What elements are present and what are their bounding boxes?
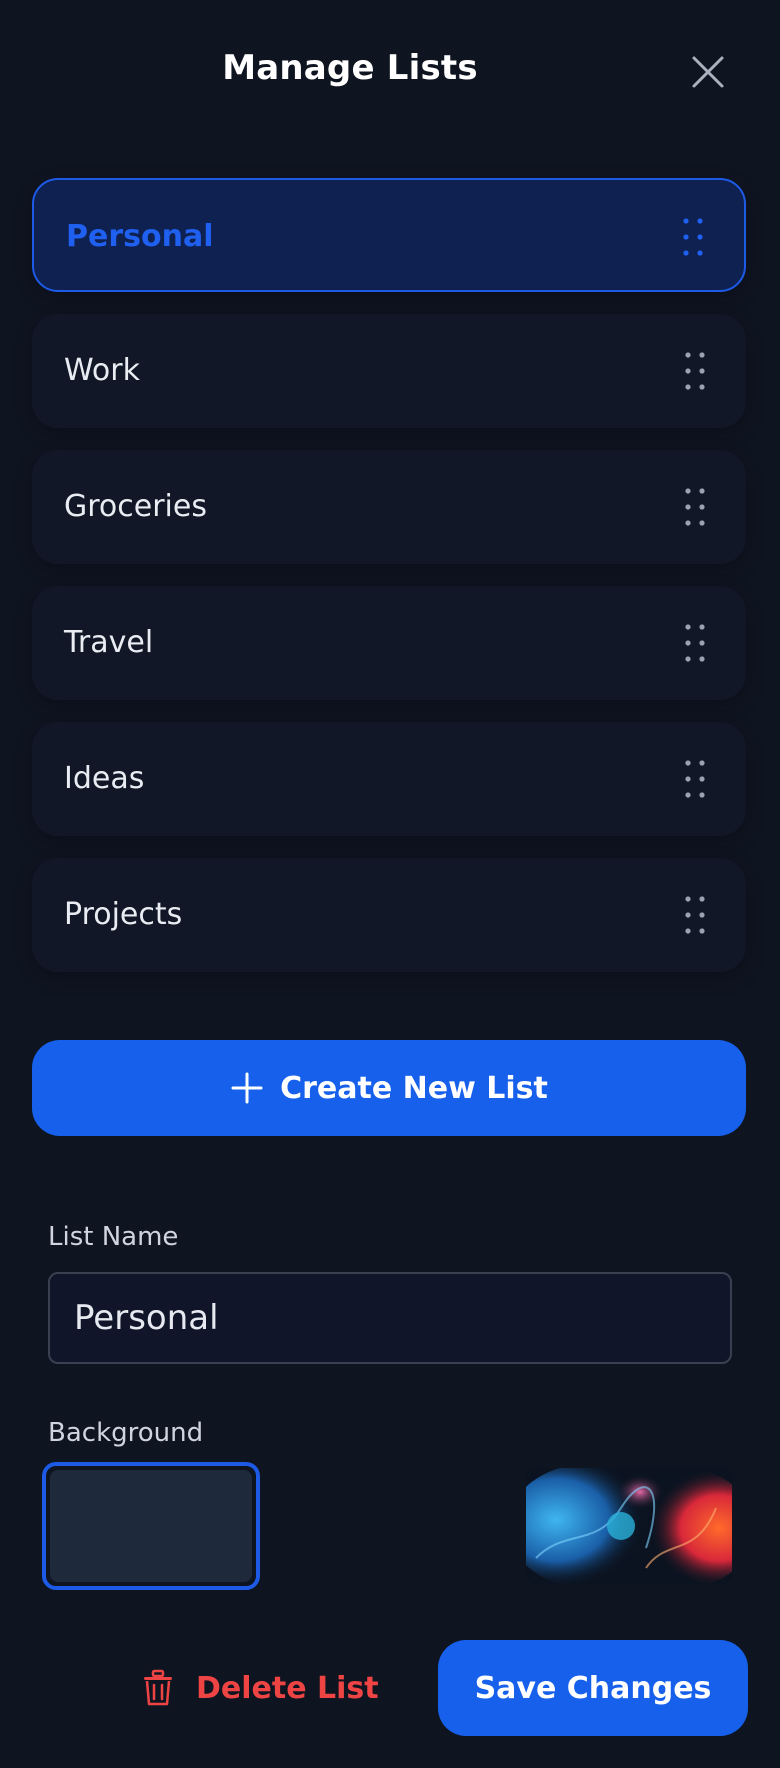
drag-handle-icon[interactable]	[682, 622, 708, 664]
plus-icon	[231, 1072, 263, 1104]
list-item-travel[interactable]: Travel	[32, 586, 746, 700]
create-new-list-label: Create New List	[280, 1070, 548, 1106]
delete-list-button[interactable]: Delete List	[140, 1640, 380, 1736]
delete-list-label: Delete List	[196, 1670, 379, 1706]
trash-icon	[144, 1669, 172, 1706]
background-swatch-image[interactable]	[526, 1468, 732, 1584]
list-item-projects[interactable]: Projects	[32, 858, 746, 972]
list-name-label: List Name	[48, 1222, 179, 1252]
list-name-input[interactable]	[48, 1272, 732, 1364]
list-item-label: Work	[64, 353, 140, 388]
list-item-label: Groceries	[64, 489, 207, 524]
close-button[interactable]	[688, 52, 728, 92]
background-label: Background	[48, 1418, 204, 1448]
swatch-color-fill	[50, 1470, 252, 1582]
list-item-label: Projects	[64, 897, 183, 932]
drag-handle-icon[interactable]	[682, 894, 708, 936]
save-changes-label: Save Changes	[474, 1670, 712, 1706]
list-item-label: Travel	[64, 625, 154, 660]
list-item-personal[interactable]: Personal	[32, 178, 746, 292]
page-title: Manage Lists	[222, 48, 478, 88]
list-item-ideas[interactable]: Ideas	[32, 722, 746, 836]
drag-handle-icon[interactable]	[682, 486, 708, 528]
list-item-groceries[interactable]: Groceries	[32, 450, 746, 564]
close-icon	[692, 56, 724, 88]
create-new-list-button[interactable]: Create New List	[32, 1040, 746, 1136]
list-item-label: Personal	[66, 219, 214, 254]
drag-handle-icon[interactable]	[680, 216, 706, 258]
smoke-image-thumbnail	[526, 1468, 732, 1584]
header: Manage Lists	[0, 0, 780, 145]
save-changes-button[interactable]: Save Changes	[438, 1640, 748, 1736]
drag-handle-icon[interactable]	[682, 350, 708, 392]
background-swatch-color[interactable]	[42, 1462, 260, 1590]
list-item-label: Ideas	[64, 761, 145, 796]
drag-handle-icon[interactable]	[682, 758, 708, 800]
list-item-work[interactable]: Work	[32, 314, 746, 428]
